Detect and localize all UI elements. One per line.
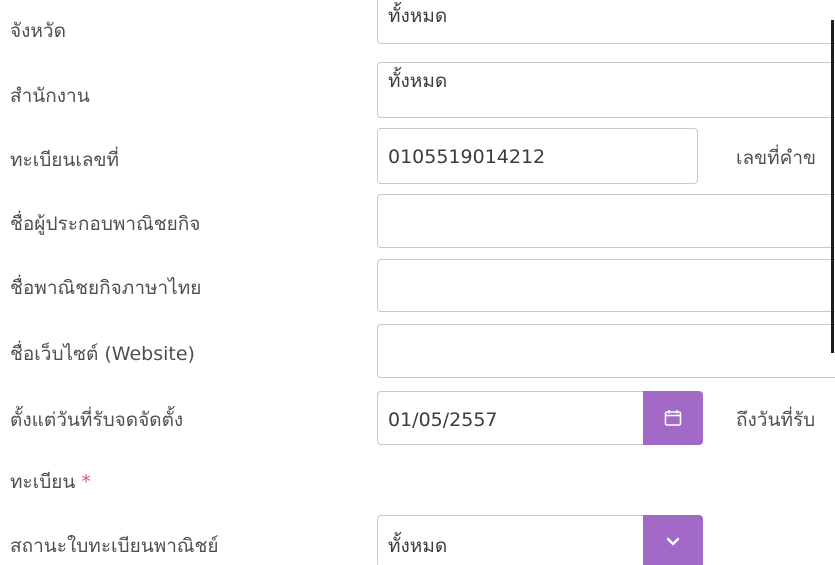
website-name-input[interactable]: [377, 324, 835, 378]
website-name-label: ชื่อเว็บไซต์ (Website): [10, 343, 195, 365]
registration-date-to-label: ถึงวันที่รับ: [736, 409, 816, 431]
office-select-value: ทั้งหมด: [388, 70, 448, 92]
registration-date-from-label: ตั้งแต่วันที่รับจดจัดตั้ง: [10, 409, 184, 431]
office-label: สำนักงาน: [10, 85, 90, 107]
business-name-th-input[interactable]: [377, 259, 835, 312]
registration-status-label: สถานะใบทะเบียนพาณิชย์: [10, 535, 219, 557]
business-name-th-label: ชื่อพาณิชยกิจภาษาไทย: [10, 277, 202, 299]
registration-number-label: ทะเบียนเลขที่: [10, 149, 120, 171]
operator-name-input[interactable]: [377, 194, 835, 248]
office-select[interactable]: ทั้งหมด: [377, 62, 835, 118]
registration-status-select[interactable]: ทั้งหมด: [377, 515, 645, 565]
province-select-value: ทั้งหมด: [388, 5, 448, 27]
registration-date-from-input[interactable]: 01/05/2557: [377, 391, 645, 445]
registration-date-from-label-line2: ทะเบียน *: [10, 470, 91, 494]
province-select[interactable]: ทั้งหมด: [377, 0, 835, 44]
calendar-icon: [664, 410, 682, 426]
window-edge: [831, 20, 834, 353]
request-number-label: เลขที่คำข: [736, 147, 817, 169]
search-form-page: จังหวัด ทั้งหมด สำนักงาน ทั้งหมด ทะเบียน…: [0, 0, 835, 565]
required-marker: *: [81, 471, 91, 493]
calendar-button[interactable]: [643, 391, 703, 445]
province-label: จังหวัด: [10, 20, 66, 42]
operator-name-label: ชื่อผู้ประกอบพาณิชยกิจ: [10, 213, 201, 235]
chevron-down-icon: [666, 537, 680, 546]
registration-date-label-text: ทะเบียน: [10, 471, 76, 493]
registration-status-dropdown-button[interactable]: [643, 515, 703, 565]
registration-number-input[interactable]: 0105519014212: [377, 128, 698, 184]
